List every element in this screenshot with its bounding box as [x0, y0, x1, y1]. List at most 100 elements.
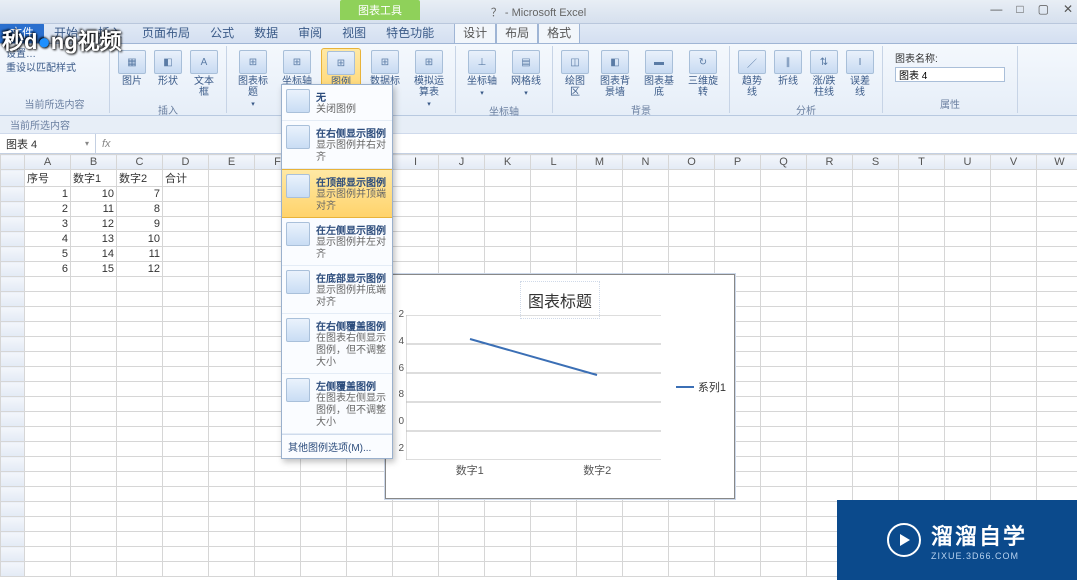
tab-page-layout[interactable]: 页面布局: [132, 22, 200, 43]
cell[interactable]: [715, 232, 761, 247]
select-all-corner[interactable]: [1, 155, 25, 170]
cell[interactable]: [71, 367, 117, 382]
cell[interactable]: [209, 472, 255, 487]
cell[interactable]: [163, 232, 209, 247]
cell[interactable]: [991, 170, 1037, 187]
cell[interactable]: [163, 562, 209, 577]
name-box[interactable]: 图表 4▾: [0, 134, 96, 153]
cell[interactable]: [485, 532, 531, 547]
close-button[interactable]: ✕: [1063, 2, 1073, 16]
cell[interactable]: [807, 352, 853, 367]
cell[interactable]: [853, 322, 899, 337]
cell[interactable]: [899, 382, 945, 397]
cell[interactable]: [71, 547, 117, 562]
cell[interactable]: [853, 307, 899, 322]
cell[interactable]: [669, 502, 715, 517]
cell[interactable]: [117, 352, 163, 367]
cell[interactable]: 14: [71, 247, 117, 262]
cell[interactable]: [117, 562, 163, 577]
cell[interactable]: [945, 412, 991, 427]
data-table-button[interactable]: ⊞模拟运算表▾: [409, 48, 449, 112]
cell[interactable]: [991, 307, 1037, 322]
cell[interactable]: [163, 517, 209, 532]
legend-option-6[interactable]: 左侧覆盖图例在图表左侧显示图例，但不调整大小: [282, 374, 392, 434]
cell[interactable]: [577, 547, 623, 562]
cell[interactable]: [807, 202, 853, 217]
cell[interactable]: [991, 217, 1037, 232]
cell[interactable]: 5: [25, 247, 71, 262]
cell[interactable]: 13: [71, 232, 117, 247]
cell[interactable]: [1037, 382, 1077, 397]
cell[interactable]: [715, 547, 761, 562]
cell[interactable]: [761, 532, 807, 547]
column-header-E[interactable]: E: [209, 155, 255, 170]
cell[interactable]: [71, 472, 117, 487]
cell[interactable]: [991, 442, 1037, 457]
cell[interactable]: [1037, 457, 1077, 472]
cell[interactable]: [393, 502, 439, 517]
cell[interactable]: [163, 487, 209, 502]
cell[interactable]: [209, 547, 255, 562]
cell[interactable]: [945, 382, 991, 397]
cell[interactable]: [807, 412, 853, 427]
cell[interactable]: [209, 187, 255, 202]
cell[interactable]: [853, 397, 899, 412]
column-header-R[interactable]: R: [807, 155, 853, 170]
cell[interactable]: [991, 382, 1037, 397]
cell[interactable]: [899, 307, 945, 322]
cell[interactable]: [163, 502, 209, 517]
cell[interactable]: [1037, 322, 1077, 337]
cell[interactable]: [71, 307, 117, 322]
cell[interactable]: [899, 472, 945, 487]
cell[interactable]: [807, 382, 853, 397]
cell[interactable]: 4: [25, 232, 71, 247]
cell[interactable]: [531, 217, 577, 232]
column-header-N[interactable]: N: [623, 155, 669, 170]
cell[interactable]: [117, 547, 163, 562]
cell[interactable]: [807, 337, 853, 352]
cell[interactable]: [117, 487, 163, 502]
cell[interactable]: [439, 187, 485, 202]
cell[interactable]: [807, 322, 853, 337]
cell[interactable]: [1037, 337, 1077, 352]
legend-option-5[interactable]: 在右侧覆盖图例在图表右侧显示图例，但不调整大小: [282, 314, 392, 374]
cell[interactable]: [209, 382, 255, 397]
tab-data[interactable]: 数据: [244, 22, 288, 43]
cell[interactable]: [117, 292, 163, 307]
cell[interactable]: [439, 517, 485, 532]
cell[interactable]: [945, 472, 991, 487]
cell[interactable]: [163, 442, 209, 457]
cell[interactable]: [531, 170, 577, 187]
cell[interactable]: 10: [71, 187, 117, 202]
cell[interactable]: [853, 187, 899, 202]
cell[interactable]: [25, 487, 71, 502]
cell[interactable]: [347, 502, 393, 517]
cell[interactable]: 1: [25, 187, 71, 202]
column-header-B[interactable]: B: [71, 155, 117, 170]
cell[interactable]: [301, 532, 347, 547]
cell[interactable]: [25, 532, 71, 547]
column-header-A[interactable]: A: [25, 155, 71, 170]
cell[interactable]: [577, 517, 623, 532]
cell[interactable]: [991, 202, 1037, 217]
cell[interactable]: [761, 170, 807, 187]
cell[interactable]: [577, 202, 623, 217]
cell[interactable]: [163, 532, 209, 547]
cell[interactable]: [209, 232, 255, 247]
cell[interactable]: [71, 562, 117, 577]
cell[interactable]: [209, 532, 255, 547]
cell[interactable]: [853, 217, 899, 232]
cell[interactable]: [853, 352, 899, 367]
cell[interactable]: [393, 187, 439, 202]
cell[interactable]: [991, 292, 1037, 307]
cell[interactable]: [71, 382, 117, 397]
cell[interactable]: [531, 532, 577, 547]
cell[interactable]: [807, 277, 853, 292]
column-header-P[interactable]: P: [715, 155, 761, 170]
cell[interactable]: [163, 427, 209, 442]
cell[interactable]: [163, 547, 209, 562]
cell[interactable]: [945, 262, 991, 277]
cell[interactable]: [71, 337, 117, 352]
cell[interactable]: [71, 517, 117, 532]
cell[interactable]: [71, 532, 117, 547]
